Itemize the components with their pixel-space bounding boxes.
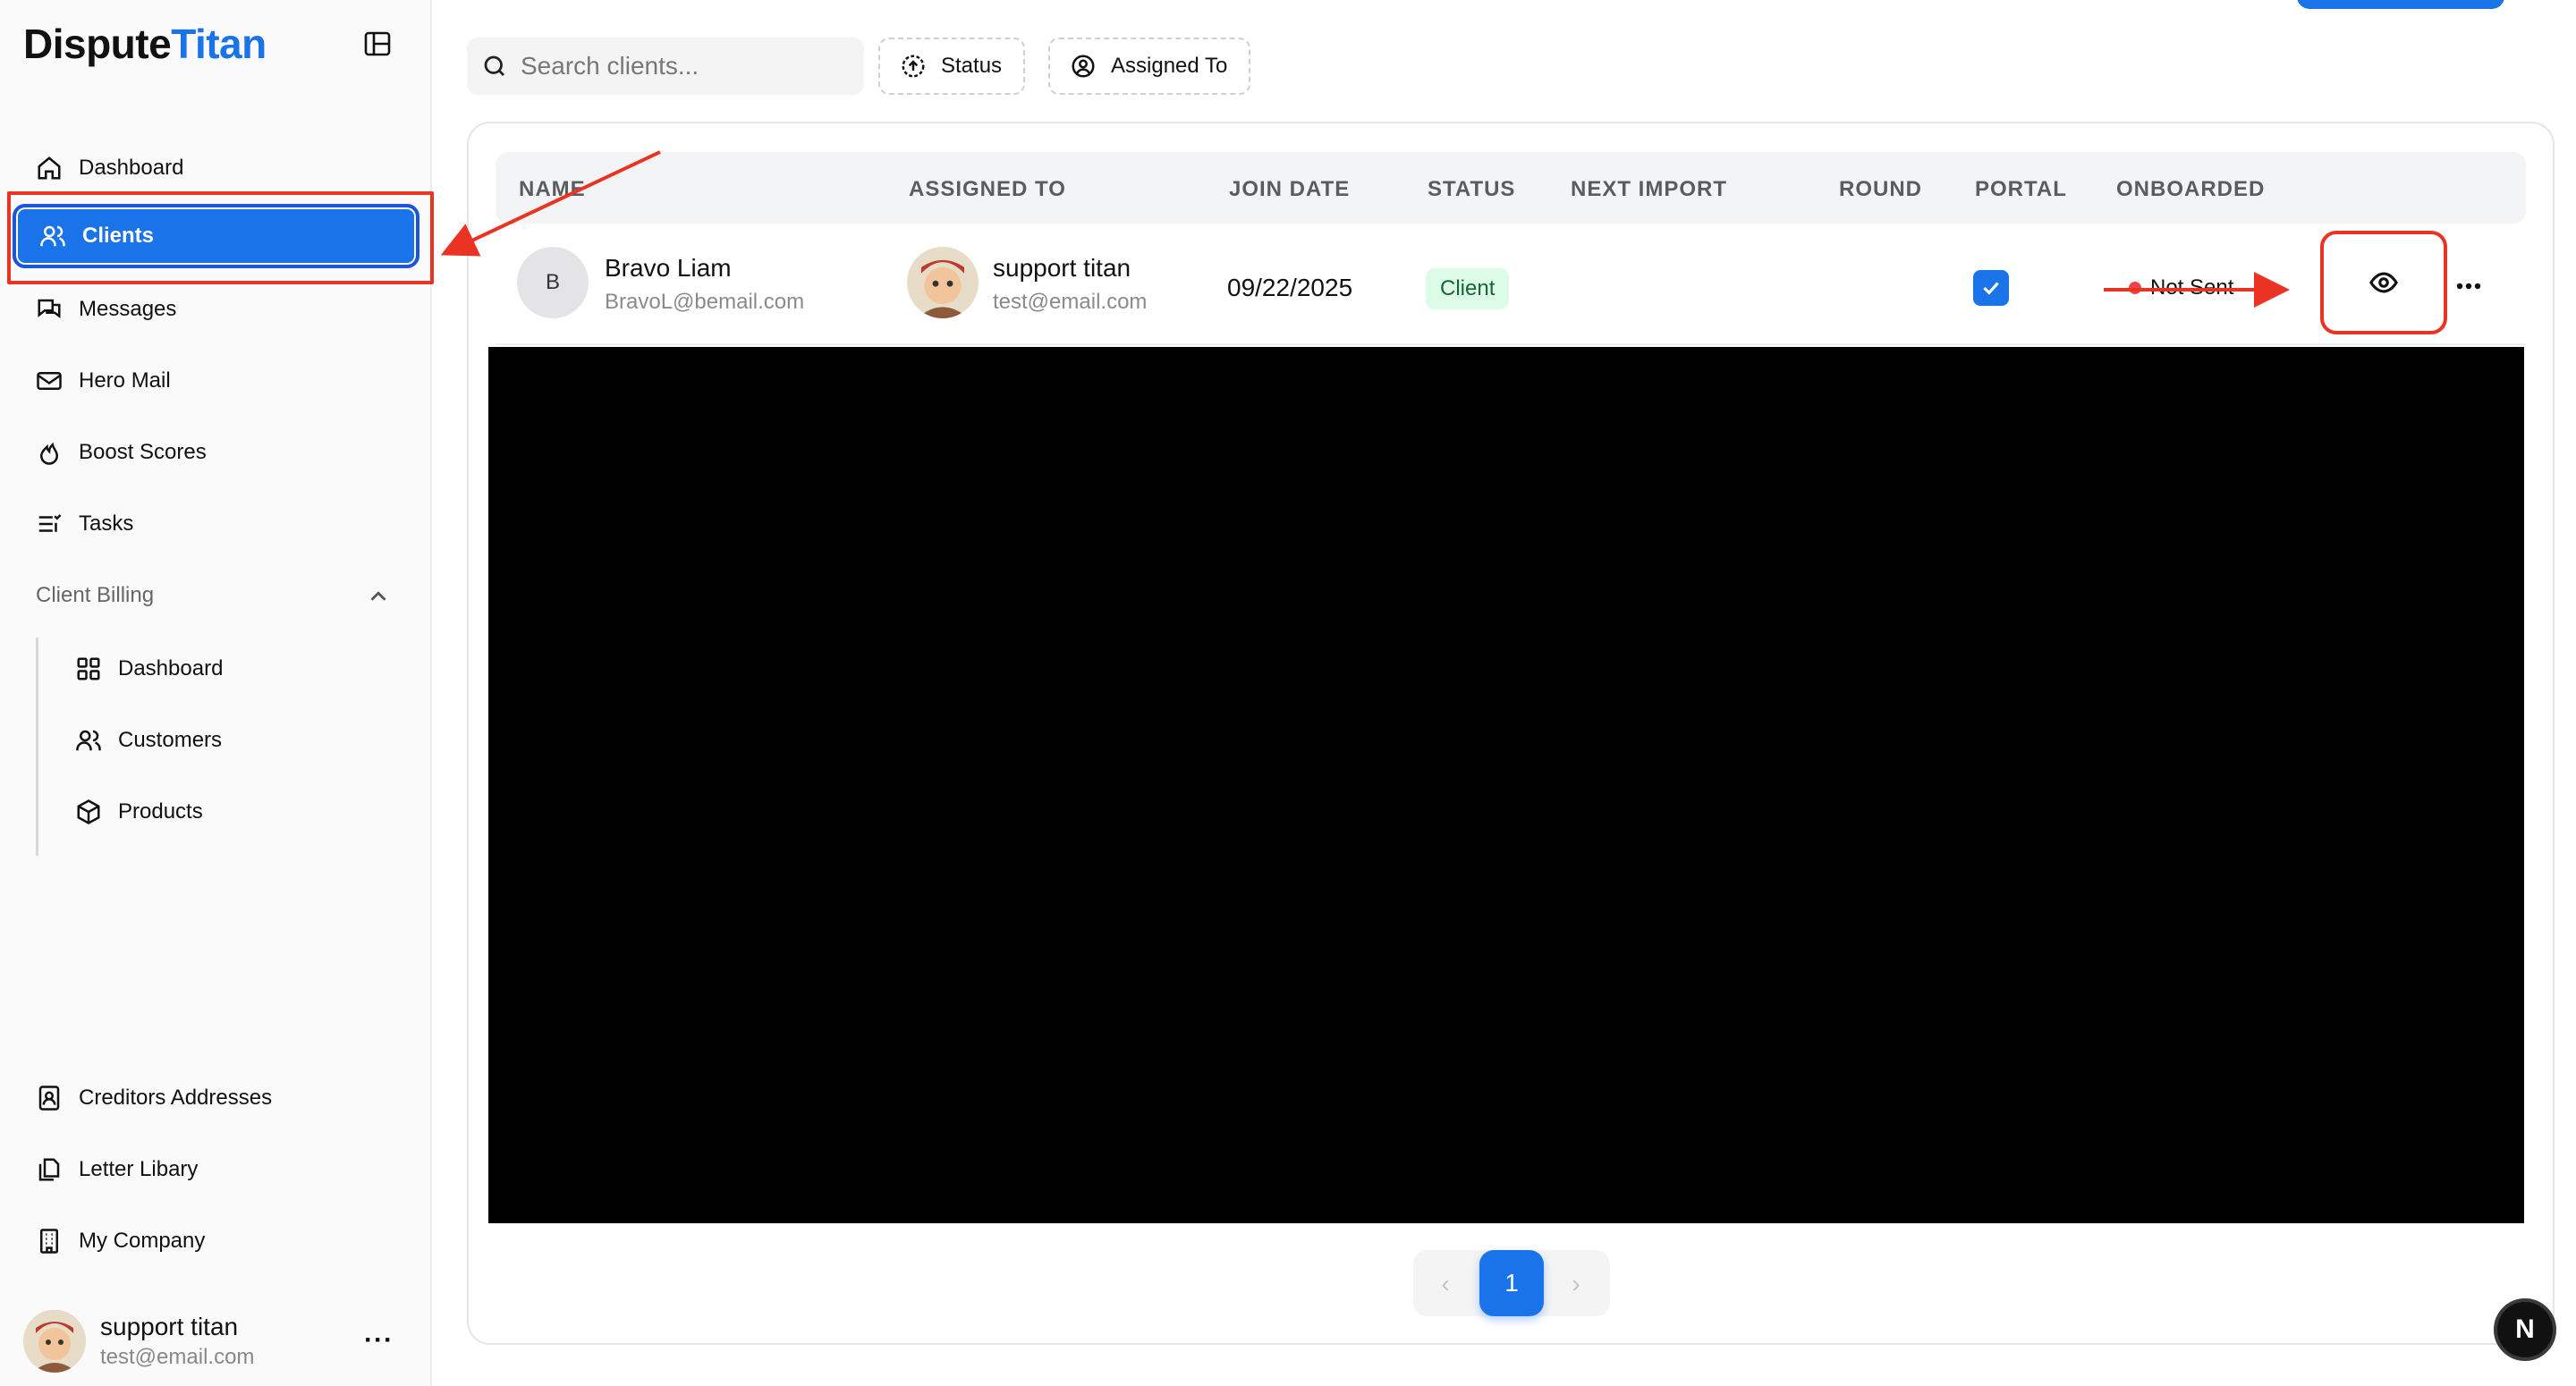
sidebar-item-creditors-addresses[interactable]: Creditors Addresses (13, 1069, 419, 1127)
annotation-highlight-box (7, 191, 434, 284)
status-dot-icon (2129, 282, 2141, 294)
sidebar-item-label: Letter Libary (79, 1157, 199, 1181)
messages-icon (34, 294, 64, 325)
sidebar-item-customers[interactable]: Customers (52, 714, 222, 767)
sidebar-item-billing-dashboard[interactable]: Dashboard (52, 642, 223, 696)
assigned-filter-label: Assigned To (1111, 54, 1228, 78)
status-badge: Client (1426, 268, 1510, 309)
user-email: test@email.com (100, 1345, 255, 1369)
flame-icon (34, 437, 64, 468)
sidebar-toggle-icon[interactable] (363, 30, 392, 57)
section-label-client-billing[interactable]: Client Billing (36, 583, 154, 608)
grid-icon (73, 654, 104, 684)
sidebar-item-my-company[interactable]: My Company (13, 1213, 419, 1270)
sidebar-item-messages[interactable]: Messages (13, 281, 419, 338)
home-icon (34, 153, 64, 183)
submenu-rail (36, 638, 38, 856)
sidebar-item-label: Customers (118, 728, 223, 752)
sidebar-item-label: Dashboard (118, 656, 224, 680)
user-circle-icon (1070, 53, 1097, 80)
assignee-email: test@email.com (993, 290, 1148, 314)
redacted-region (488, 347, 2524, 1223)
sidebar-item-label: Tasks (79, 511, 134, 536)
brand-name-part2: Titan (171, 21, 267, 67)
column-header-portal[interactable]: PORTAL (1975, 177, 2067, 202)
sidebar-item-products[interactable]: Products (52, 785, 203, 839)
status-filter-button[interactable]: Status (878, 38, 1026, 95)
search-input[interactable] (521, 52, 843, 80)
sidebar-item-label: Dashboard (79, 156, 184, 180)
sidebar-item-label: Boost Scores (79, 440, 207, 464)
search-box[interactable] (467, 38, 864, 95)
column-header-assigned-to[interactable]: ASSIGNED TO (909, 177, 1066, 202)
files-icon (34, 1154, 64, 1185)
sidebar-item-dashboard[interactable]: Dashboard (13, 139, 419, 197)
column-header-round[interactable]: ROUND (1839, 177, 1922, 202)
sidebar-item-tasks[interactable]: Tasks (13, 495, 419, 553)
sidebar-item-label: Messages (79, 297, 177, 321)
onboarded-status: Not Sent (2129, 275, 2233, 300)
avatar (23, 1310, 86, 1373)
pagination-prev-button[interactable]: ‹ (1429, 1268, 1462, 1300)
primary-action-button[interactable] (2297, 0, 2504, 9)
status-circle-icon (900, 53, 927, 80)
sidebar-item-label: Products (118, 799, 203, 824)
onboarded-label: Not Sent (2150, 275, 2234, 300)
user-more-icon[interactable]: ··· (364, 1325, 394, 1356)
column-header-join-date[interactable]: JOIN DATE (1229, 177, 1350, 202)
join-date: 09/22/2025 (1227, 274, 1353, 301)
eye-icon (2369, 272, 2398, 293)
tasks-icon (34, 509, 64, 539)
client-avatar: B (517, 247, 589, 318)
building-icon (34, 1226, 64, 1256)
assignee-name: support titan (993, 254, 1131, 282)
view-client-button[interactable] (2320, 231, 2447, 334)
column-header-status[interactable]: STATUS (1428, 177, 1515, 202)
sidebar-item-boost-scores[interactable]: Boost Scores (13, 424, 419, 481)
check-icon (1983, 282, 1999, 295)
contact-book-icon (34, 1083, 64, 1113)
user-profile[interactable]: support titan test@email.com ··· (23, 1307, 417, 1375)
package-icon (73, 797, 104, 827)
row-more-icon[interactable] (2451, 268, 2487, 304)
chevron-up-icon[interactable] (365, 583, 392, 610)
mail-icon (34, 366, 64, 396)
assignee-avatar (907, 247, 979, 318)
sidebar-item-label: Creditors Addresses (79, 1086, 273, 1110)
assigned-filter-button[interactable]: Assigned To (1048, 38, 1251, 95)
brand-name-part1: Dispute (23, 21, 172, 67)
pagination-next-button[interactable]: › (1560, 1268, 1592, 1300)
user-name: support titan (100, 1313, 239, 1340)
column-header-next-import[interactable]: NEXT IMPORT (1571, 177, 1727, 202)
sidebar-item-letter-libary[interactable]: Letter Libary (13, 1141, 419, 1198)
client-name[interactable]: Bravo Liam (605, 254, 732, 283)
column-header-onboarded[interactable]: ONBOARDED (2116, 177, 2265, 202)
sidebar-item-hero-mail[interactable]: Hero Mail (13, 352, 419, 410)
search-icon (481, 53, 508, 80)
users-icon (73, 725, 104, 756)
pagination-page-1[interactable]: 1 (1479, 1250, 1544, 1316)
status-filter-label: Status (941, 54, 1003, 78)
column-header-name[interactable]: NAME (519, 177, 586, 202)
brand-logo[interactable]: DisputeTitan (23, 20, 267, 68)
client-email: BravoL@bemail.com (605, 290, 805, 314)
dev-tools-button[interactable]: N (2494, 1298, 2556, 1361)
sidebar-item-label: My Company (79, 1229, 206, 1253)
sidebar-item-label: Hero Mail (79, 368, 171, 393)
portal-checkbox[interactable] (1973, 270, 2009, 306)
